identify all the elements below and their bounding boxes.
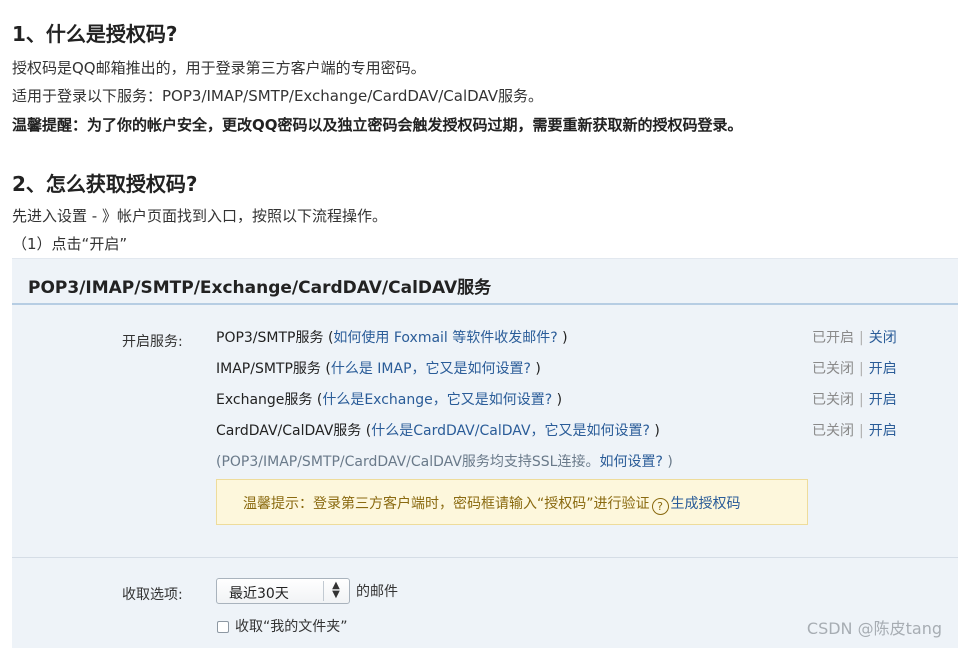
service-status-pop3: 已开启 | 关闭 [812, 327, 897, 347]
separator: | [859, 423, 864, 439]
status-text: 已关闭 [812, 423, 854, 439]
section2-heading: 2、怎么获取授权码? [12, 172, 198, 196]
status-text: 已开启 [812, 330, 854, 346]
service-status-exchange: 已关闭 | 开启 [812, 389, 897, 409]
help-link[interactable]: 什么是 IMAP，它又是如何设置? [331, 361, 531, 377]
receive-options-label: 收取选项: [122, 587, 183, 603]
tip-box: 温馨提示：登录第三方客户端时，密码框请输入“授权码”进行验证? 生成授权码 [216, 479, 808, 525]
ssl-note: (POP3/IMAP/SMTP/CardDAV/CalDAV服务均支持SSL连接… [216, 454, 673, 470]
panel-title-rule [12, 303, 958, 305]
separator: | [859, 392, 864, 408]
service-status-carddav: 已关闭 | 开启 [812, 420, 897, 440]
toggle-service-button[interactable]: 开启 [869, 361, 897, 377]
help-link[interactable]: 什么是CardDAV/CalDAV，它又是如何设置? [371, 423, 650, 439]
toggle-service-button[interactable]: 开启 [869, 423, 897, 439]
step1-text: （1）点击“开启” [12, 235, 128, 253]
service-row-pop3: POP3/SMTP服务 (如何使用 Foxmail 等软件收发邮件? ) [216, 330, 568, 346]
section1-line2: 适用于登录以下服务：POP3/IMAP/SMTP/Exchange/CardDA… [12, 87, 543, 105]
service-row-exchange: Exchange服务 (什么是Exchange，它又是如何设置? ) [216, 392, 563, 408]
my-folders-checkbox[interactable] [217, 621, 229, 633]
csdn-watermark: CSDN @陈皮tang [806, 619, 942, 638]
section-divider [12, 557, 958, 558]
section1-line1: 授权码是QQ邮箱推出的，用于登录第三方客户端的专用密码。 [12, 59, 426, 77]
my-folders-checkbox-label[interactable]: 收取“我的文件夹” [235, 616, 348, 636]
section1-heading: 1、什么是授权码? [12, 22, 178, 46]
section1-warning: 温馨提醒：为了你的帐户安全，更改QQ密码以及独立密码会触发授权码过期，需要重新获… [12, 116, 743, 134]
section2-line1: 先进入设置 - 》帐户页面找到入口，按照以下流程操作。 [12, 207, 387, 225]
generate-auth-code-link[interactable]: 生成授权码 [671, 496, 741, 512]
service-name: Exchange服务 ( [216, 392, 323, 408]
status-text: 已关闭 [812, 392, 854, 408]
service-row-imap: IMAP/SMTP服务 (什么是 IMAP，它又是如何设置? ) [216, 361, 541, 377]
help-link[interactable]: 如何使用 Foxmail 等软件收发邮件? [333, 330, 557, 346]
updown-arrows-icon: ▲ ▼ [332, 580, 340, 600]
question-icon[interactable]: ? [651, 498, 669, 515]
service-name: IMAP/SMTP服务 ( [216, 361, 331, 377]
service-name: POP3/SMTP服务 ( [216, 330, 334, 346]
service-name: CardDAV/CalDAV服务 ( [216, 423, 372, 439]
service-status-imap: 已关闭 | 开启 [812, 358, 897, 378]
tip-text: 温馨提示：登录第三方客户端时，密码框请输入“授权码”进行验证? 生成授权码 [243, 496, 741, 515]
article-page: 1、什么是授权码? 授权码是QQ邮箱推出的，用于登录第三方客户端的专用密码。 适… [0, 0, 965, 648]
select-divider [323, 581, 324, 601]
receive-range-select[interactable]: 最近30天 ▲ ▼ [216, 578, 350, 604]
select-value: 最近30天 [229, 586, 289, 602]
panel-title: POP3/IMAP/SMTP/Exchange/CardDAV/CalDAV服务 [28, 278, 492, 298]
separator: | [859, 361, 864, 377]
enable-service-label: 开启服务: [122, 334, 183, 350]
toggle-service-button[interactable]: 关闭 [869, 330, 897, 346]
toggle-service-button[interactable]: 开启 [869, 392, 897, 408]
separator: | [859, 330, 864, 346]
ssl-help-link[interactable]: 如何设置? [599, 454, 662, 470]
status-text: 已关闭 [812, 361, 854, 377]
settings-screenshot-panel: POP3/IMAP/SMTP/Exchange/CardDAV/CalDAV服务… [12, 258, 958, 648]
help-link[interactable]: 什么是Exchange，它又是如何设置? [322, 392, 552, 408]
service-row-carddav: CardDAV/CalDAV服务 (什么是CardDAV/CalDAV，它又是如… [216, 423, 660, 439]
receive-suffix: 的邮件 [356, 584, 398, 600]
